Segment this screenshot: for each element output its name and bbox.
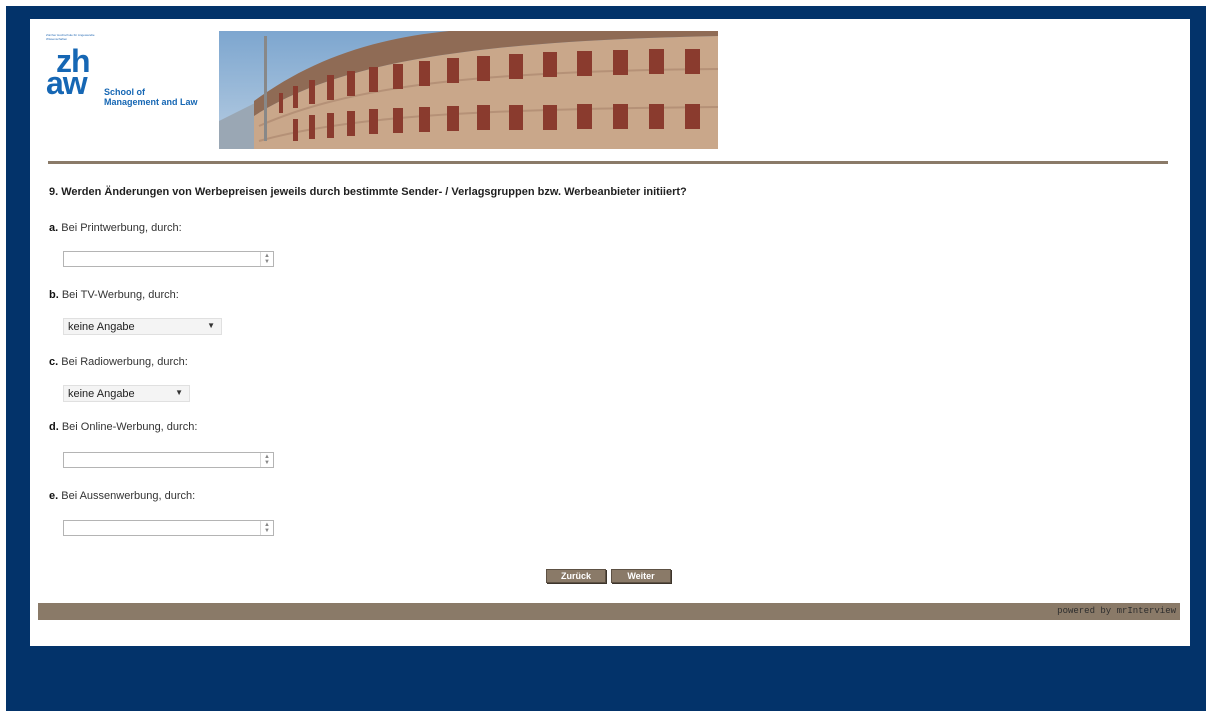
zhaw-logo: Zürcher Hochschule für Angewandte Wissen…: [46, 33, 216, 113]
spinner-arrows-icon[interactable]: ▲ ▼: [260, 453, 273, 467]
spinner-arrows-icon[interactable]: ▲ ▼: [260, 252, 273, 266]
item-e-label: e. Bei Aussenwerbung, durch:: [49, 490, 196, 502]
item-b-label: b. Bei TV-Werbung, durch:: [49, 289, 179, 301]
tv-werbung-select[interactable]: keine Angabe ▼: [63, 318, 222, 335]
survey-panel: Zürcher Hochschule für Angewandte Wissen…: [30, 19, 1190, 646]
item-d-label: d. Bei Online-Werbung, durch:: [49, 421, 198, 433]
logo-school-name: School of Management and Law: [104, 87, 198, 107]
back-button[interactable]: Zurück: [546, 569, 606, 583]
item-c-label: c. Bei Radiowerbung, durch:: [49, 356, 188, 368]
spinner-arrows-icon[interactable]: ▲ ▼: [260, 521, 273, 535]
item-a-label: a. Bei Printwerbung, durch:: [49, 222, 182, 234]
building-banner-image: [219, 31, 718, 149]
header-divider: [48, 161, 1168, 164]
aussenwerbung-input[interactable]: ▲ ▼: [63, 520, 274, 536]
chevron-down-icon: ▼: [175, 388, 183, 397]
footer-bar: powered by mrInterview: [38, 603, 1180, 620]
logo-aw: aw: [46, 65, 88, 101]
next-button[interactable]: Weiter: [611, 569, 671, 583]
chevron-down-icon: ▼: [207, 321, 215, 330]
printwerbung-input[interactable]: ▲ ▼: [63, 251, 274, 267]
question-text: 9. Werden Änderungen von Werbepreisen je…: [49, 186, 687, 198]
powered-by-text: powered by mrInterview: [1057, 606, 1176, 616]
logo-tiny-text: Zürcher Hochschule für Angewandte Wissen…: [46, 33, 95, 41]
online-werbung-input[interactable]: ▲ ▼: [63, 452, 274, 468]
radiowerbung-select[interactable]: keine Angabe ▼: [63, 385, 190, 402]
